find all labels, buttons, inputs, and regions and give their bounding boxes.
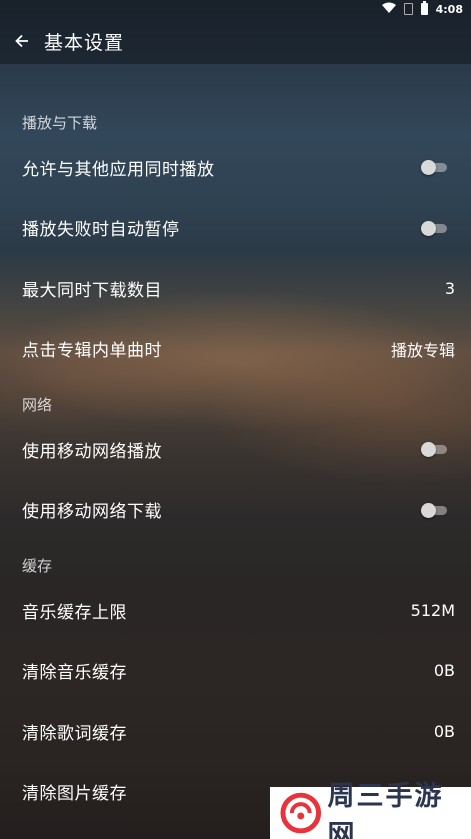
settings-screen: 4:08 基本设置 播放与下载 允许与其他应用同时播放 播放失败时自动暂停 最大… [0,0,471,839]
setting-label: 允许与其他应用同时播放 [22,159,215,180]
watermark: 周三手游网 [270,781,471,839]
wifi-icon [381,2,396,16]
setting-row-clear-lyrics[interactable]: 清除歌词缓存 0B [0,701,471,762]
page-title: 基本设置 [44,31,125,54]
setting-row-allow-simultaneous[interactable]: 允许与其他应用同时播放 [0,137,471,198]
setting-label: 清除音乐缓存 [22,663,127,684]
pause-on-fail-toggle[interactable] [421,220,447,236]
status-time: 4:08 [435,2,463,16]
allow-simultaneous-toggle[interactable] [421,160,447,176]
no-sim-icon [403,3,413,15]
back-arrow-icon [15,34,28,48]
app-bar: 基本设置 [0,18,471,64]
setting-value: 0B [433,661,455,681]
setting-row-mobile-download[interactable]: 使用移动网络下载 [0,480,471,541]
setting-value: 0B [433,721,455,741]
setting-value: 播放专辑 [390,340,455,360]
battery-icon [420,1,428,15]
watermark-logo-icon [280,792,322,834]
setting-row-mobile-play[interactable]: 使用移动网络播放 [0,419,471,480]
setting-label: 点击专辑内单曲时 [22,341,162,362]
setting-label: 使用移动网络下载 [22,502,162,523]
setting-value: 3 [444,278,455,298]
mobile-play-toggle[interactable] [421,442,447,458]
section-header-playback: 播放与下载 [22,113,98,132]
setting-row-music-cache-limit[interactable]: 音乐缓存上限 512M [0,580,471,641]
setting-row-clear-music[interactable]: 清除音乐缓存 0B [0,641,471,702]
setting-value: 512M [410,600,455,620]
watermark-text: 周三手游网 [327,781,444,839]
back-button[interactable] [0,18,44,64]
status-bar: 4:08 [0,0,471,18]
mobile-download-toggle[interactable] [421,502,447,518]
setting-label: 最大同时下载数目 [22,280,162,301]
setting-label: 使用移动网络播放 [22,441,162,462]
setting-label: 播放失败时自动暂停 [22,220,180,241]
setting-label: 清除歌词缓存 [22,723,127,744]
setting-row-max-downloads[interactable]: 最大同时下载数目 3 [0,258,471,319]
setting-row-pause-on-fail[interactable]: 播放失败时自动暂停 [0,198,471,259]
section-header-cache: 缓存 [22,556,53,575]
setting-label: 清除图片缓存 [22,784,127,805]
setting-label: 音乐缓存上限 [22,602,127,623]
setting-row-click-song[interactable]: 点击专辑内单曲时 播放专辑 [0,319,471,380]
section-header-network: 网络 [22,395,53,414]
